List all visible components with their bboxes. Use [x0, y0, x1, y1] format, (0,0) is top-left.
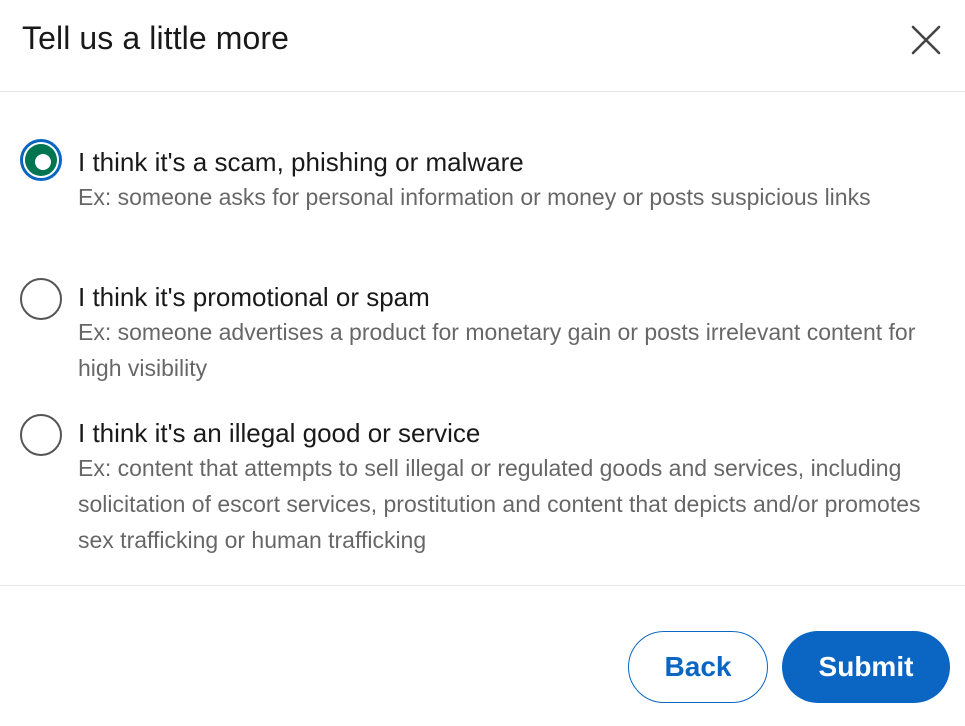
dialog-title: Tell us a little more	[22, 20, 290, 56]
close-icon	[911, 25, 941, 55]
report-dialog: Tell us a little more I think it's a sca…	[0, 0, 965, 726]
option-label: I think it's an illegal good or service	[78, 418, 481, 448]
radio-spam[interactable]	[20, 278, 62, 320]
footer-divider	[0, 585, 965, 586]
close-button[interactable]	[907, 21, 945, 59]
option-description: Ex: someone asks for personal informatio…	[78, 184, 871, 210]
option-label: I think it's a scam, phishing or malware	[78, 147, 524, 177]
option-description: Ex: content that attempts to sell illega…	[78, 455, 921, 553]
option-illegal[interactable]: I think it's an illegal good or service …	[0, 399, 965, 569]
dialog-header: Tell us a little more	[0, 0, 965, 92]
radio-selected-dot	[35, 154, 51, 170]
option-description: Ex: someone advertises a product for mon…	[78, 319, 916, 381]
radio-illegal[interactable]	[20, 414, 62, 456]
option-scam[interactable]: I think it's a scam, phishing or malware…	[0, 93, 965, 253]
option-label: I think it's promotional or spam	[78, 282, 430, 312]
option-spam[interactable]: I think it's promotional or spam Ex: som…	[0, 263, 965, 393]
back-button[interactable]: Back	[628, 631, 768, 703]
radio-selected-fill	[25, 144, 57, 176]
submit-button[interactable]: Submit	[782, 631, 950, 703]
radio-scam[interactable]	[20, 139, 62, 181]
